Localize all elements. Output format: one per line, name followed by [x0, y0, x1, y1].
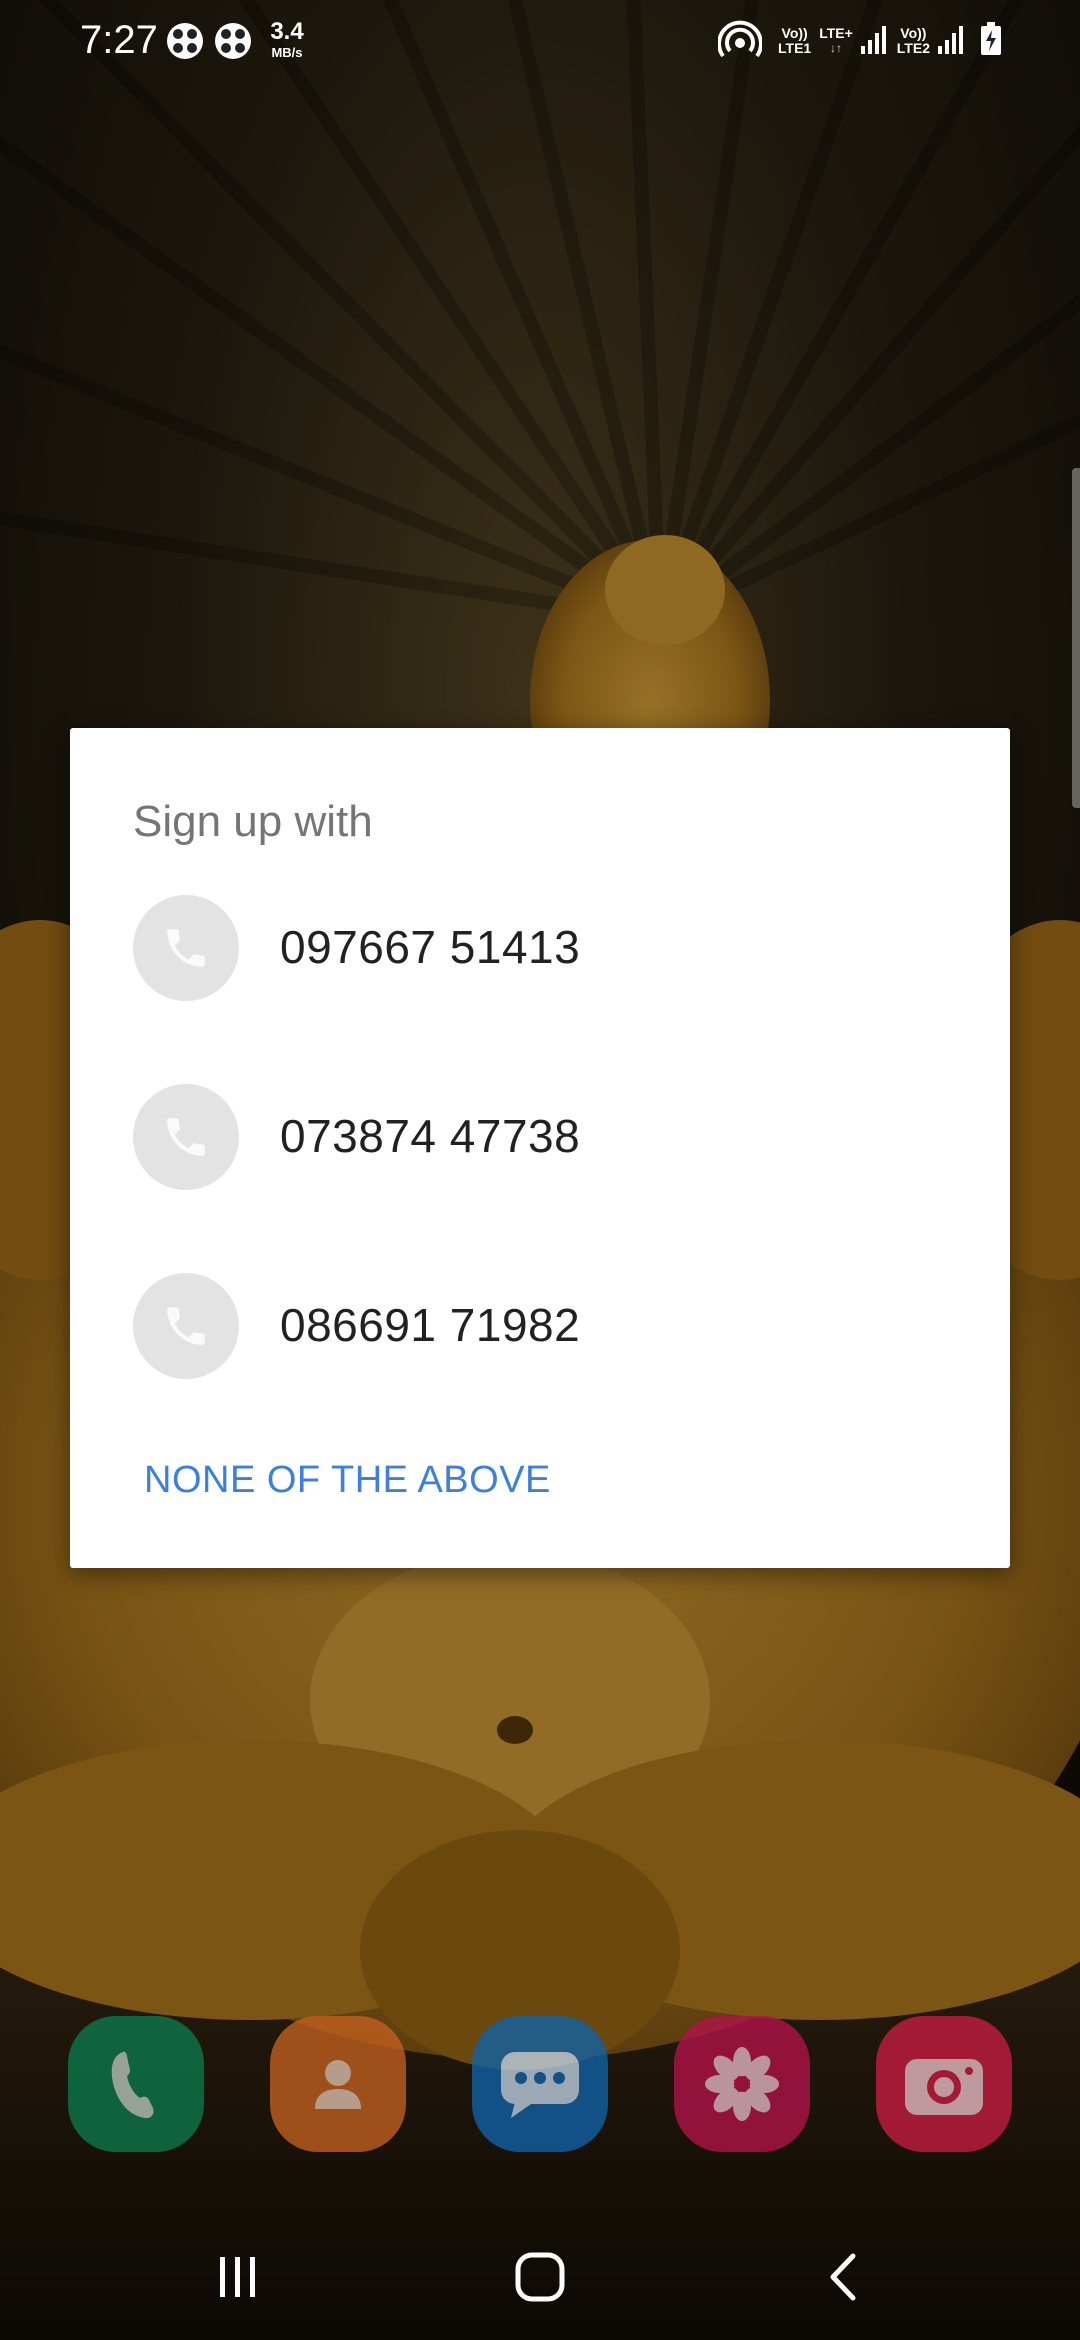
phone-icon: [133, 1084, 239, 1190]
sim2-volte: Vo)): [900, 25, 927, 41]
navigation-bar: [0, 2216, 1080, 2340]
battery-charging-icon: [980, 21, 1002, 61]
sign-up-dialog: Sign up with 097667 51413 073874 47738 0…: [70, 728, 1010, 1568]
back-icon: [830, 2253, 856, 2301]
sim1-network-type: LTE+ ↓↑: [819, 26, 853, 56]
phone-number: 073874 47738: [280, 1110, 581, 1162]
messages-app-icon[interactable]: [472, 2016, 608, 2152]
gallery-app-icon[interactable]: [674, 2016, 810, 2152]
sim2-indicator: Vo)) LTE2: [897, 26, 930, 56]
phone-icon: [133, 895, 239, 1001]
contacts-app-icon[interactable]: [270, 2016, 406, 2152]
phone-number: 097667 51413: [280, 921, 581, 973]
account-option[interactable]: 097667 51413: [70, 874, 1010, 1024]
sim1-indicator: Vo)) LTE1: [778, 26, 811, 56]
sim2-label: LTE2: [896, 40, 930, 56]
recent-apps-button[interactable]: [203, 2242, 273, 2312]
account-option[interactable]: 073874 47738: [70, 1063, 1010, 1213]
dialog-title: Sign up with: [133, 797, 373, 846]
signal-icon: [860, 24, 889, 59]
phone-app-icon[interactable]: [68, 2016, 204, 2152]
network-speed-unit: MB/s: [271, 45, 303, 60]
signal-icon: [938, 24, 966, 59]
network-speed-value: 3.4: [270, 18, 304, 45]
none-of-the-above-button[interactable]: NONE OF THE ABOVE: [144, 1461, 551, 1499]
hotspot-icon: [717, 19, 763, 64]
home-screen: 7:27 3.4 MB/s Vo)) LTE1 LTE+ ↓↑ Vo)) LTE…: [0, 0, 1080, 2340]
grid-app-icon: [166, 22, 204, 60]
status-icons: Vo)) LTE1 LTE+ ↓↑ Vo)) LTE2: [717, 19, 1002, 64]
edge-panel-handle[interactable]: [1072, 468, 1080, 808]
recents-icon: [220, 2257, 255, 2297]
back-button[interactable]: [808, 2242, 878, 2312]
sim1-label: LTE1: [778, 40, 812, 56]
sim1-volte: Vo)): [781, 25, 808, 41]
account-option[interactable]: 086691 71982: [70, 1252, 1010, 1402]
home-button[interactable]: [505, 2242, 575, 2312]
data-arrows-icon: ↓↑: [830, 41, 842, 55]
camera-app-icon[interactable]: [876, 2016, 1012, 2152]
sim1-type: LTE+: [819, 25, 853, 41]
status-bar: 7:27 3.4 MB/s Vo)) LTE1 LTE+ ↓↑ Vo)) LTE…: [0, 0, 1080, 84]
home-icon: [515, 2252, 565, 2302]
phone-number: 086691 71982: [280, 1299, 581, 1351]
phone-icon: [133, 1273, 239, 1379]
status-time: 7:27: [80, 18, 158, 62]
network-speed: 3.4 MB/s: [262, 18, 312, 60]
grid-app-icon: [214, 22, 252, 60]
